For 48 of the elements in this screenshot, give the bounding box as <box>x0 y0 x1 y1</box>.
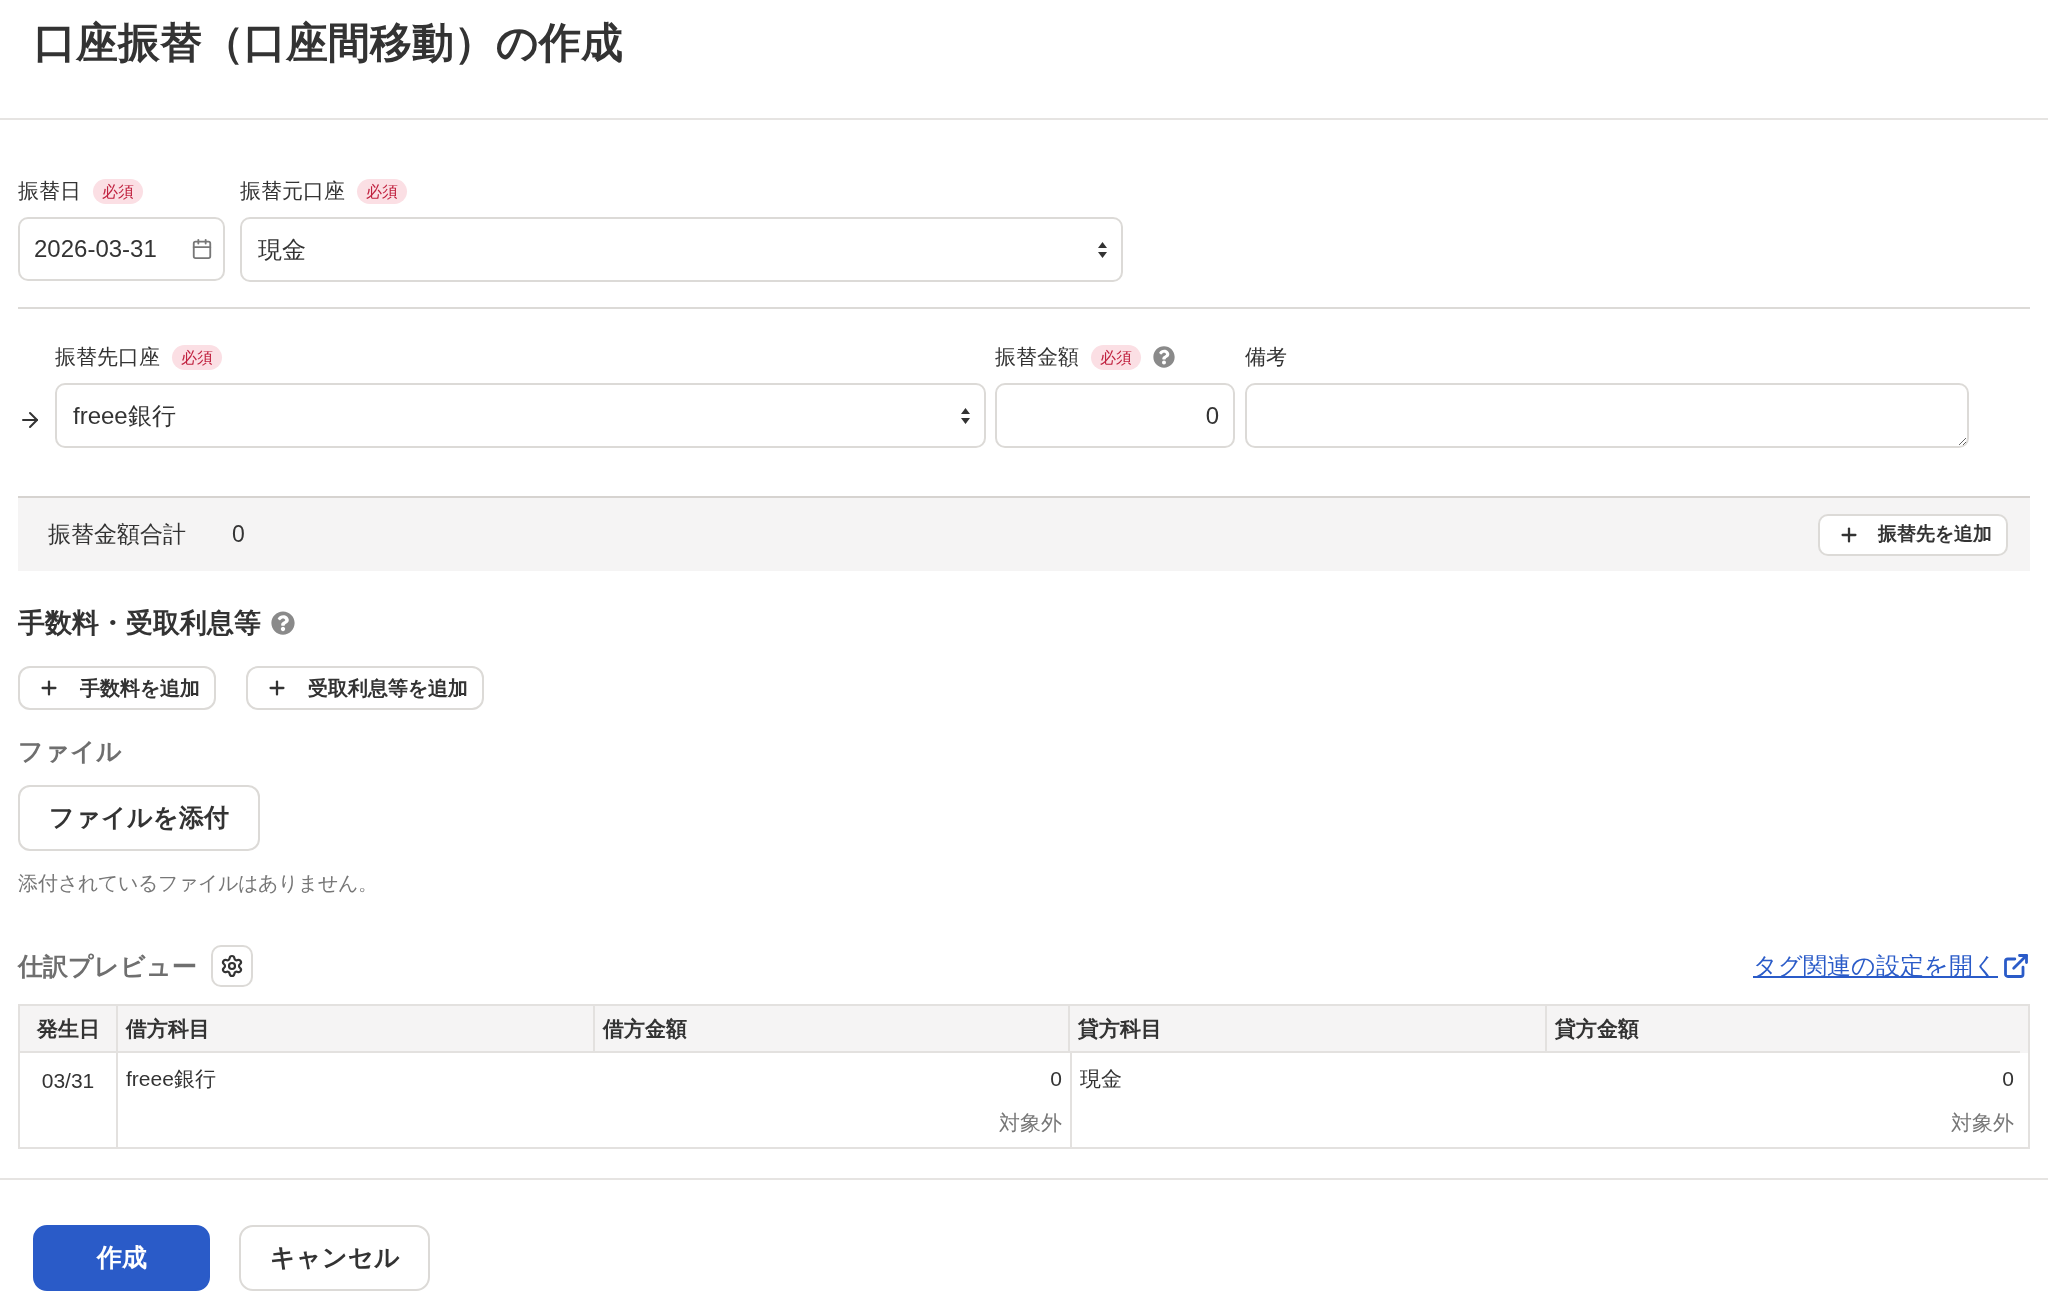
amount-field[interactable]: 0 <box>995 383 1235 448</box>
field-label: 振替日 <box>18 178 81 204</box>
help-icon[interactable] <box>271 611 295 635</box>
summary-value: 0 <box>232 520 245 550</box>
section-heading: 仕訳プレビュー <box>18 951 197 981</box>
required-badge: 必須 <box>93 178 143 204</box>
up-down-caret-icon <box>961 407 970 424</box>
table-cell-text: 0 <box>1050 1066 1062 1092</box>
create-button[interactable]: 作成 <box>33 1225 210 1291</box>
page-title: 口座振替（口座間移動）の作成 <box>34 18 624 68</box>
section-heading: ファイル <box>17 737 123 765</box>
tax-label: 対象外 <box>999 1109 1062 1136</box>
add-destination-button[interactable]: 振替先を追加 <box>1818 513 2008 556</box>
table-header-cell: 貸方金額 <box>1545 1006 2020 1053</box>
tax-label: 対象外 <box>1951 1109 2014 1136</box>
table-cell-text: freee銀行 <box>126 1066 216 1092</box>
field-label: 備考 <box>1245 344 1287 370</box>
attach-file-button[interactable]: ファイルを添付 <box>18 785 260 851</box>
table-header-cell: 借方科目 <box>116 1006 593 1053</box>
cancel-button[interactable]: キャンセル <box>239 1225 430 1291</box>
table-header-cell: 貸方科目 <box>1068 1006 1545 1053</box>
field-label: 振替金額 <box>995 344 1079 370</box>
field-label: 振替先口座 <box>55 344 160 370</box>
required-badge: 必須 <box>357 178 407 204</box>
settings-icon <box>220 954 244 978</box>
memo-field[interactable] <box>1245 383 1969 448</box>
field-label: 振替元口座 <box>240 178 345 204</box>
up-down-caret-icon <box>1098 241 1107 258</box>
table-header-cell: 借方金額 <box>593 1006 1068 1053</box>
date-field[interactable]: 2026-03-31 <box>18 217 225 281</box>
table-cell-text: 現金 <box>1080 1066 1122 1092</box>
settings-button[interactable] <box>211 945 253 987</box>
table-cell-text: 0 <box>2002 1066 2014 1092</box>
add-fee-button[interactable]: 受取利息等を追加 <box>246 666 484 710</box>
table-header-cell: 発生日 <box>20 1006 116 1053</box>
add-fee-button[interactable]: 手数料を追加 <box>18 666 216 710</box>
summary-label: 振替金額合計 <box>48 520 186 550</box>
table-cell-text: 03/31 <box>40 1068 96 1094</box>
select-field[interactable]: 現金 <box>240 217 1123 282</box>
help-icon[interactable] <box>1153 346 1175 368</box>
calendar-icon[interactable] <box>191 238 213 260</box>
empty-message: 添付されているファイルはありません。 <box>17 871 379 895</box>
external-link-icon <box>2002 952 2030 980</box>
required-badge: 必須 <box>1091 344 1141 370</box>
tag-settings-link[interactable]: タグ関連の設定を開く <box>1753 948 2030 984</box>
required-badge: 必須 <box>172 344 222 370</box>
select-field[interactable]: freee銀行 <box>55 383 986 448</box>
section-heading: 手数料・受取利息等 <box>18 608 261 638</box>
